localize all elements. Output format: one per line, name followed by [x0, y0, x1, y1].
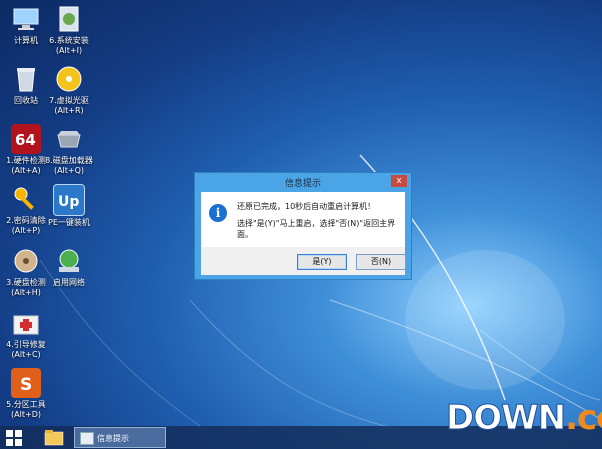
- dialog-title: 信息提示: [284, 179, 321, 189]
- svg-text:Up: Up: [58, 194, 79, 210]
- dialog-message-line2: 选择"是(Y)"马上重启，选择"否(N)"返回主界面。: [237, 219, 396, 239]
- desktop-icon-pe-install[interactable]: Up PE一键装机: [45, 184, 93, 228]
- svg-text:64: 64: [15, 131, 36, 149]
- svg-text:S: S: [20, 375, 32, 395]
- desktop-icon-disk-loader[interactable]: 8.磁盘加载器 (Alt+Q): [45, 124, 93, 176]
- network-icon: [54, 246, 84, 276]
- file-explorer-icon[interactable]: [44, 429, 64, 446]
- info-dialog: 信息提示 x i 还原已完成，10秒后自动重启计算机！ 选择"是(Y)"马上重启…: [194, 172, 412, 280]
- dialog-titlebar[interactable]: 信息提示 x: [195, 173, 411, 191]
- yes-button[interactable]: 是(Y): [297, 254, 347, 270]
- windows-start-icon[interactable]: [6, 430, 22, 446]
- dialog-footer: 是(Y) 否(N): [201, 247, 406, 275]
- first-aid-kit-icon: [11, 308, 41, 338]
- desktop-icon-hardware-test[interactable]: 64 1.硬件检测 (Alt+A): [2, 124, 50, 176]
- desktop-icon-computer[interactable]: 计算机: [2, 4, 50, 46]
- info-icon: i: [209, 204, 227, 222]
- dialog-message-line1: 还原已完成，10秒后自动重启计算机！: [237, 202, 376, 211]
- desktop-icon-boot-repair[interactable]: 4.引导修复 (Alt+C): [2, 308, 50, 360]
- disk-test-icon: [11, 246, 41, 276]
- desktop-icon-virtual-drive[interactable]: 7.虚拟光驱 (Alt+R): [45, 64, 93, 116]
- pe-install-icon: Up: [53, 184, 85, 216]
- desktop-icon-disk-test[interactable]: 3.硬盘检测 (Alt+H): [2, 246, 50, 298]
- system-install-icon: [54, 4, 84, 34]
- partition-tool-icon: S: [11, 368, 41, 398]
- desktop-icon-system-install[interactable]: 6.系统安装 (Alt+I): [45, 4, 93, 56]
- desktop-icon-password-clear[interactable]: 2.密码清除 (Alt+P): [2, 184, 50, 236]
- hardware-test-icon: 64: [11, 124, 41, 154]
- dialog-body: i 还原已完成，10秒后自动重启计算机！ 选择"是(Y)"马上重启，选择"否(N…: [201, 192, 405, 247]
- recycle-bin-icon: [11, 64, 41, 94]
- disk-loader-icon: [54, 124, 84, 154]
- close-button[interactable]: x: [391, 175, 407, 187]
- window-icon: [80, 432, 94, 445]
- watermark-logo: DOWN.cc: [445, 398, 602, 439]
- computer-icon: [11, 4, 41, 34]
- key-icon: [11, 184, 41, 214]
- desktop-icon-network[interactable]: 启用网络: [45, 246, 93, 288]
- desktop-icon-recycle-bin[interactable]: 回收站: [2, 64, 50, 106]
- no-button[interactable]: 否(N): [356, 254, 406, 270]
- taskbar-item-info-dialog[interactable]: 信息提示: [74, 427, 166, 448]
- desktop-icon-partition-tool[interactable]: S 5.分区工具 (Alt+D): [2, 368, 50, 420]
- virtual-drive-icon: [54, 64, 84, 94]
